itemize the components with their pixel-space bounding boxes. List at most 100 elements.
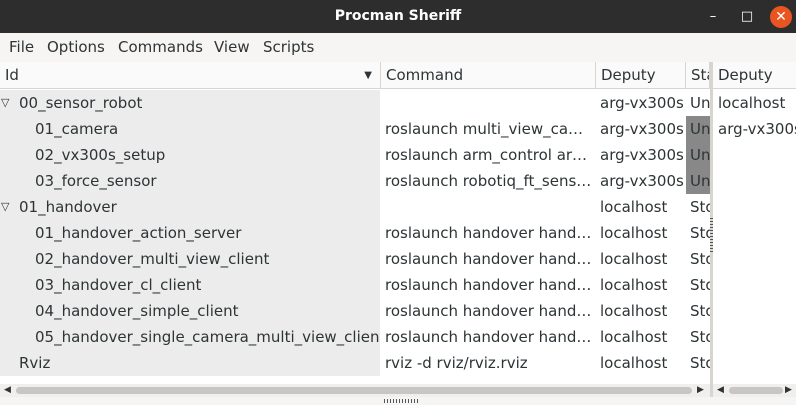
deputy-column-header-label: Deputy [718,66,773,84]
row-id-cell: Rviz [0,350,380,376]
menu-bar: File Options Commands View Scripts [0,33,796,62]
deputy-column-header[interactable]: Deputy [713,62,796,89]
scroll-right-icon[interactable]: ▶ [697,384,704,397]
table-row[interactable]: 03_handover_cl_client roslaunch handover… [0,272,710,298]
row-id-cell: ▽ 01_handover [0,194,380,220]
maximize-icon[interactable]: □ [736,6,758,28]
deputy-row[interactable]: localhost [713,90,796,116]
row-id: 00_sensor_robot [19,94,143,112]
row-deputy: localhost [600,224,668,242]
row-status: Sto [690,276,710,294]
scroll-left-icon[interactable]: ◀ [717,384,724,397]
menu-commands[interactable]: Commands [118,33,203,62]
deputy-row[interactable]: arg-vx300s [713,116,796,142]
row-id-cell: 01_camera [0,116,380,142]
bottom-pane-resize-grip[interactable] [384,399,418,403]
row-id-cell: ▽ 00_sensor_robot [0,90,380,116]
row-command [385,90,593,116]
column-header-status[interactable]: Sta [686,62,710,89]
table-row[interactable]: ▽ 00_sensor_robot arg-vx300s Un [0,90,710,116]
deputy-table-hscrollbar[interactable]: ◀ ▶ [713,384,796,397]
row-id-cell: 03_handover_cl_client [0,272,380,298]
table-row[interactable]: 02_vx300s_setup roslaunch arm_control ar… [0,142,710,168]
column-header-command-label: Command [386,66,464,84]
row-deputy: localhost [600,198,668,216]
menu-file[interactable]: File [9,33,34,62]
row-id: 01_camera [35,120,119,138]
column-header-deputy-label: Deputy [601,66,656,84]
minimize-icon[interactable]: – [702,6,724,28]
row-status: Sto [690,250,710,268]
column-header-id-label: Id [5,66,19,84]
row-id-cell: 03_force_sensor [0,168,380,194]
row-id-cell: 02_handover_multi_view_client [0,246,380,272]
row-command [385,194,593,220]
menu-scripts[interactable]: Scripts [263,33,314,62]
row-deputy: arg-vx300s [600,94,684,112]
column-header-deputy[interactable]: Deputy [596,62,686,89]
process-table: Id ▼ Command Deputy Sta ▽ 00_sensor_robo… [0,62,710,384]
table-row[interactable]: 01_camera roslaunch multi_view_cam… arg-… [0,116,710,142]
row-id: 02_vx300s_setup [35,146,166,164]
column-header-command[interactable]: Command [381,62,596,89]
row-id-cell: 01_handover_action_server [0,220,380,246]
process-table-hscrollbar[interactable]: ◀ ▶ [0,384,710,397]
deputy-table: Deputy localhost arg-vx300s [713,62,796,384]
row-command: roslaunch handover hand… [385,224,592,242]
expander-open-icon[interactable]: ▽ [1,194,9,220]
table-row[interactable]: 02_handover_multi_view_client roslaunch … [0,246,710,272]
scrollbar-thumb[interactable] [729,387,783,394]
row-status: Sto [690,328,710,346]
row-command: roslaunch handover hand… [385,250,592,268]
row-status: Un [686,142,710,168]
row-command: roslaunch arm_control ar… [385,146,588,164]
menu-options[interactable]: Options [47,33,105,62]
row-id-cell: 05_handover_single_camera_multi_view_cli… [0,324,380,350]
row-id: 05_handover_single_camera_multi_view_cli… [35,328,380,346]
row-id: 01_handover_action_server [35,224,242,242]
table-row[interactable]: 04_handover_simple_client roslaunch hand… [0,298,710,324]
close-icon[interactable]: ✕ [770,6,792,28]
row-deputy: localhost [600,328,668,346]
row-command: roslaunch multi_view_cam… [385,120,593,138]
row-status: Un [686,168,710,194]
row-deputy: localhost [600,276,668,294]
row-deputy: arg-vx300s [600,146,684,164]
row-status: Un [690,94,710,112]
window-title: Procman Sheriff [334,8,462,24]
row-id: 03_handover_cl_client [35,276,202,294]
scroll-right-icon[interactable]: ▶ [785,384,792,397]
row-status: Sto [690,354,710,372]
row-status: Un [686,116,710,142]
row-id: 03_force_sensor [35,172,157,190]
table-row[interactable]: 03_force_sensor roslaunch robotiq_ft_sen… [0,168,710,194]
row-deputy: localhost [600,302,668,320]
scrollbar-thumb[interactable] [16,387,692,394]
row-deputy: arg-vx300s [600,120,684,138]
row-id: 01_handover [19,198,117,216]
row-id-cell: 04_handover_simple_client [0,298,380,324]
row-command: roslaunch robotiq_ft_sens… [385,172,592,190]
row-command: roslaunch handover hand… [385,328,592,346]
table-row[interactable]: 05_handover_single_camera_multi_view_cli… [0,324,710,350]
title-bar: Procman Sheriff – □ ✕ [0,0,796,33]
row-id: Rviz [19,354,51,372]
expander-open-icon[interactable]: ▽ [1,90,9,116]
row-id-cell: 02_vx300s_setup [0,142,380,168]
column-header-id[interactable]: Id ▼ [0,62,381,89]
table-row[interactable]: ▽ 01_handover localhost Sto [0,194,710,220]
menu-view[interactable]: View [214,33,250,62]
row-deputy: arg-vx300s [600,172,684,190]
table-row[interactable]: 01_handover_action_server roslaunch hand… [0,220,710,246]
scroll-left-icon[interactable]: ◀ [4,384,11,397]
row-status: Sto [690,224,710,242]
row-status: Sto [690,198,710,216]
row-command: roslaunch handover hand… [385,302,592,320]
row-command: roslaunch handover hand… [385,276,592,294]
sort-down-icon: ▼ [364,70,372,81]
row-deputy: localhost [600,354,668,372]
row-status: Sto [690,302,710,320]
row-id: 02_handover_multi_view_client [35,250,270,268]
table-row[interactable]: Rviz rviz -d rviz/rviz.rviz localhost St… [0,350,710,376]
column-header-status-label: Sta [691,66,709,84]
